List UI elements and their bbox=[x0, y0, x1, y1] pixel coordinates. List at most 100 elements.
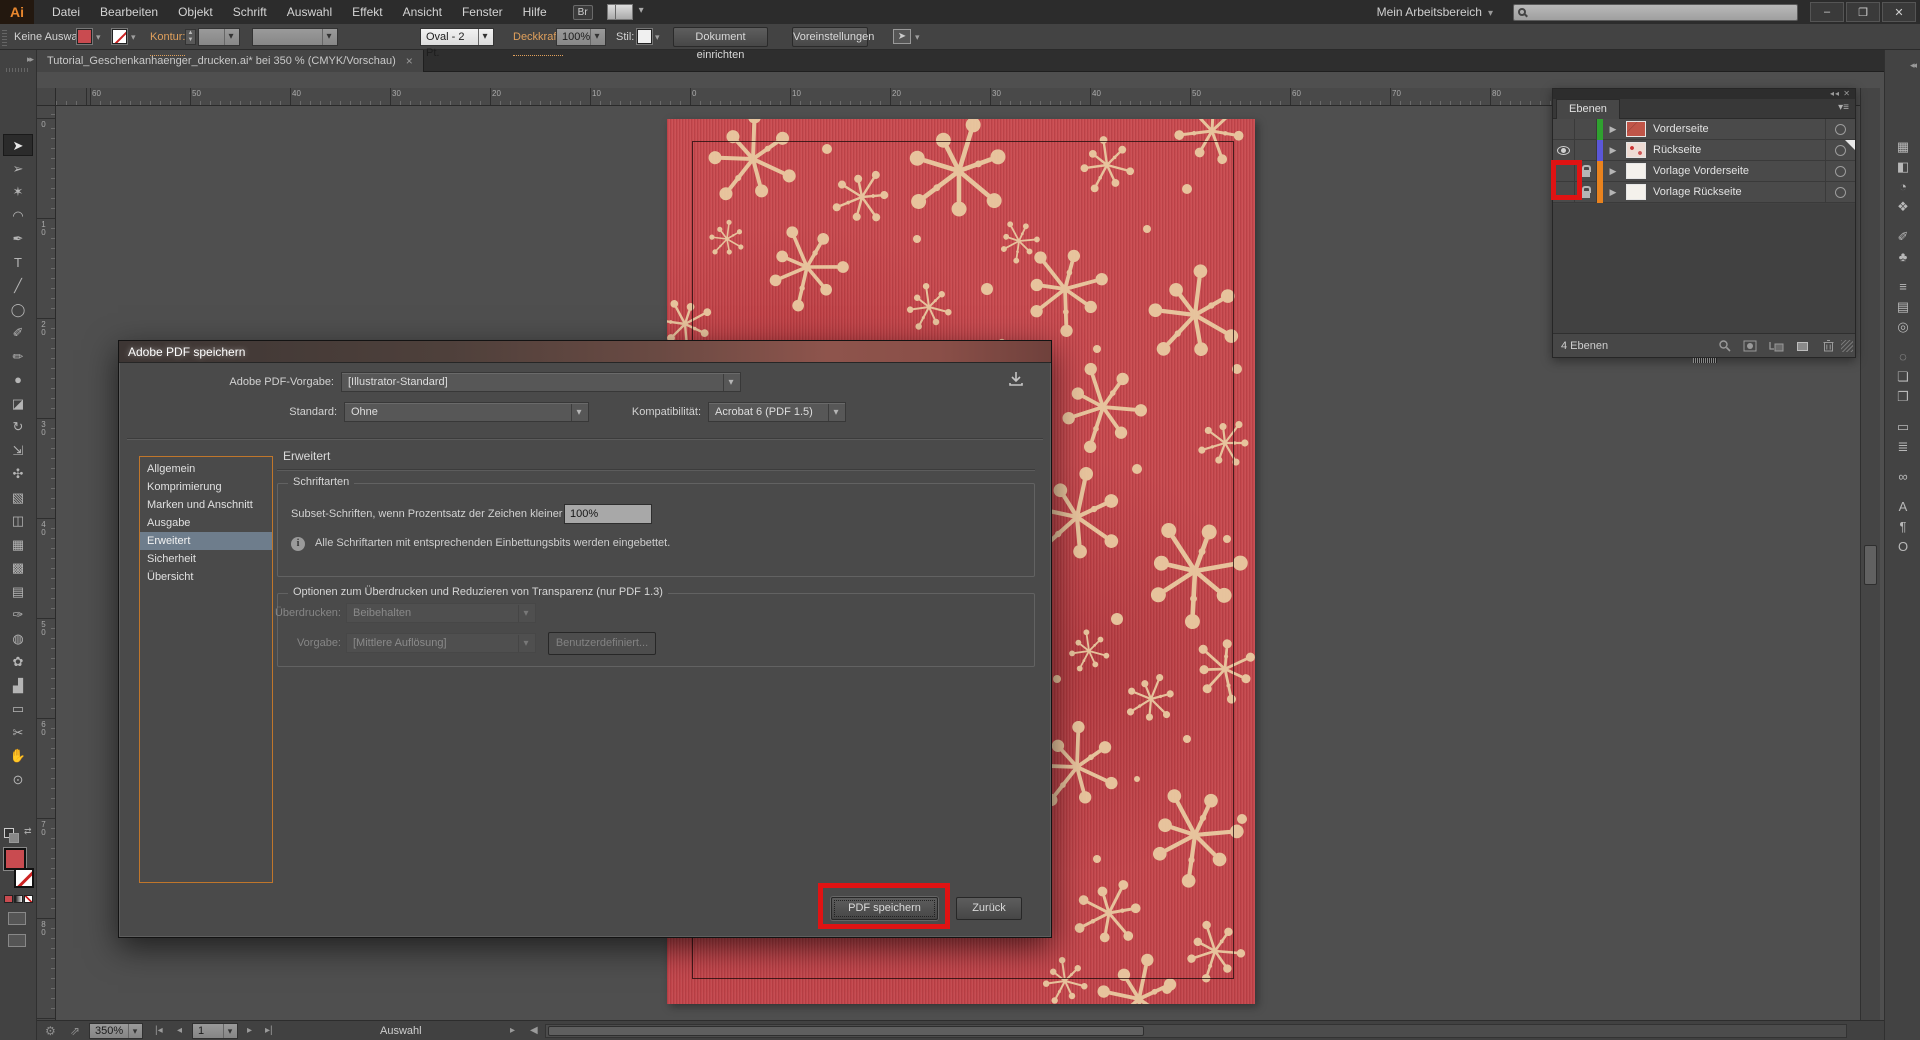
menu-datei[interactable]: Datei bbox=[42, 0, 90, 24]
style-swatch[interactable] bbox=[637, 29, 652, 44]
kuler-panel-icon[interactable]: ❖ bbox=[1890, 198, 1916, 216]
brushes-panel-icon[interactable]: ✐ bbox=[1890, 228, 1916, 246]
column-graph-tool[interactable]: ▟ bbox=[3, 675, 33, 697]
color-panel-icon[interactable]: ◧ bbox=[1890, 158, 1916, 176]
menu-auswahl[interactable]: Auswahl bbox=[277, 0, 342, 24]
expand-arrow-icon[interactable]: ▶ bbox=[1603, 145, 1623, 156]
layer-target[interactable] bbox=[1825, 119, 1855, 140]
gradient-mode-button[interactable] bbox=[14, 895, 23, 903]
workspace-switcher[interactable]: Mein Arbeitsbereich▾ bbox=[1377, 5, 1503, 19]
layer-target[interactable] bbox=[1825, 161, 1855, 182]
color-mode-button[interactable] bbox=[4, 895, 13, 903]
minimize-button[interactable]: – bbox=[1810, 2, 1844, 22]
close-button[interactable]: ✕ bbox=[1882, 2, 1916, 22]
ruler-origin-corner[interactable] bbox=[37, 88, 56, 106]
preset-dropdown[interactable]: [Illustrator-Standard] bbox=[341, 372, 741, 392]
scale-tool[interactable]: ⇲ bbox=[3, 440, 33, 462]
expand-arrow-icon[interactable]: ▶ bbox=[1603, 166, 1623, 177]
dialog-section-ausgabe[interactable]: Ausgabe bbox=[140, 514, 272, 532]
opentype-panel-icon[interactable]: O bbox=[1890, 538, 1916, 556]
expand-dock-icon[interactable]: ◂◂ bbox=[1910, 60, 1915, 71]
compatibility-dropdown[interactable]: Acrobat 6 (PDF 1.5) bbox=[708, 402, 846, 422]
character-panel-icon[interactable]: A bbox=[1890, 498, 1916, 516]
subset-input[interactable]: 100% bbox=[564, 504, 652, 524]
dialog-section-allgemein[interactable]: Allgemein bbox=[140, 460, 272, 478]
delete-layer-icon[interactable] bbox=[1815, 339, 1841, 352]
lock-toggle[interactable] bbox=[1575, 140, 1597, 161]
fill-color-swatch[interactable] bbox=[77, 29, 92, 44]
layer-thumbnail[interactable] bbox=[1626, 121, 1646, 137]
zoom-level-dropdown[interactable]: 350% bbox=[89, 1023, 143, 1039]
fill-color-control[interactable] bbox=[4, 848, 26, 870]
zoom-tool[interactable]: ⊙ bbox=[3, 769, 33, 791]
next-artboard-icon[interactable]: ▸ bbox=[247, 1021, 252, 1040]
mesh-tool[interactable]: ▩ bbox=[3, 557, 33, 579]
fill-dropdown-icon[interactable]: ▾ bbox=[96, 32, 101, 43]
new-sublayer-icon[interactable] bbox=[1763, 340, 1789, 352]
document-tab[interactable]: Tutorial_Geschenkanhaenger_drucken.ai* b… bbox=[37, 50, 424, 72]
menu-ansicht[interactable]: Ansicht bbox=[393, 0, 452, 24]
stroke-panel-link[interactable]: Kontur: bbox=[150, 30, 185, 56]
tab-layers[interactable]: Ebenen bbox=[1556, 99, 1620, 119]
restore-button[interactable]: ❐ bbox=[1846, 2, 1880, 22]
paintbrush-tool[interactable]: ✐ bbox=[3, 322, 33, 344]
bridge-button[interactable]: Br bbox=[573, 5, 593, 20]
selection-tool[interactable]: ➤ bbox=[3, 134, 33, 156]
layer-name[interactable]: Vorlage Rückseite bbox=[1649, 186, 1825, 198]
lasso-tool[interactable]: ◠ bbox=[3, 205, 33, 227]
layer-target[interactable] bbox=[1825, 182, 1855, 203]
status-menu-arrow[interactable]: ▸ bbox=[510, 1021, 515, 1040]
drawing-mode-button[interactable] bbox=[8, 912, 26, 925]
layer-thumbnail[interactable] bbox=[1626, 163, 1646, 179]
sync-settings-icon[interactable]: ⚙ bbox=[45, 1021, 56, 1040]
document-setup-button[interactable]: Dokument einrichten bbox=[673, 27, 768, 47]
vertical-scrollbar-thumb[interactable] bbox=[1864, 545, 1877, 585]
visibility-toggle[interactable] bbox=[1553, 119, 1575, 140]
panel-menu-icon[interactable]: ▾≡ bbox=[1838, 102, 1849, 113]
horizontal-scrollbar-thumb[interactable] bbox=[548, 1026, 1144, 1036]
layer-name[interactable]: Vorlage Vorderseite bbox=[1649, 165, 1825, 177]
tools-drag-handle[interactable] bbox=[6, 68, 30, 72]
dialog-section-marken-und-anschnitt[interactable]: Marken und Anschnitt bbox=[140, 496, 272, 514]
layer-row[interactable]: ▶Vorlage Rückseite bbox=[1553, 182, 1855, 203]
first-artboard-icon[interactable]: |◂ bbox=[155, 1021, 163, 1040]
brush-definition-dropdown[interactable]: Oval - 2 Pt. bbox=[420, 28, 494, 46]
dialog-section-komprimierung[interactable]: Komprimierung bbox=[140, 478, 272, 496]
artboard-panel-icon[interactable]: ▭ bbox=[1890, 418, 1916, 436]
hand-tool[interactable]: ✋ bbox=[3, 745, 33, 767]
artboard-number-dropdown[interactable]: 1 bbox=[192, 1023, 238, 1039]
vertical-scrollbar[interactable] bbox=[1860, 88, 1880, 1020]
new-layer-icon[interactable] bbox=[1789, 340, 1815, 352]
graphic-styles-panel-icon[interactable]: ❏ bbox=[1890, 368, 1916, 386]
direct-selection-tool[interactable]: ➢ bbox=[3, 158, 33, 180]
visibility-toggle[interactable] bbox=[1553, 140, 1575, 161]
pen-tool[interactable]: ✒ bbox=[3, 228, 33, 250]
clipping-mask-icon[interactable] bbox=[1737, 340, 1763, 352]
artboard-tool[interactable]: ▭ bbox=[3, 698, 33, 720]
align-panel-icon[interactable]: ≣ bbox=[1890, 438, 1916, 456]
color-guide-panel-icon[interactable]: ◔ bbox=[1890, 178, 1916, 196]
blob-brush-tool[interactable]: ● bbox=[3, 369, 33, 391]
eraser-tool[interactable]: ◪ bbox=[3, 393, 33, 415]
previous-artboard-icon[interactable]: ◂ bbox=[177, 1021, 182, 1040]
search-input[interactable] bbox=[1513, 4, 1798, 21]
swap-fill-stroke-icon[interactable]: ⇄ bbox=[24, 826, 32, 837]
eyedropper-tool[interactable]: ✑ bbox=[3, 604, 33, 626]
slice-tool[interactable]: ✂ bbox=[3, 722, 33, 744]
layer-row[interactable]: ▶Vorderseite bbox=[1553, 119, 1855, 140]
horizontal-scrollbar[interactable] bbox=[545, 1024, 1847, 1038]
appearance-panel-icon[interactable]: ◌ bbox=[1890, 348, 1916, 366]
pencil-tool[interactable]: ✏ bbox=[3, 346, 33, 368]
cursor-options-icon[interactable]: ➤ bbox=[893, 29, 911, 44]
screen-mode-button[interactable] bbox=[8, 934, 26, 947]
dialog-section--bersicht[interactable]: Übersicht bbox=[140, 568, 272, 586]
gradient-tool[interactable]: ▤ bbox=[3, 581, 33, 603]
locate-object-icon[interactable] bbox=[1711, 339, 1737, 352]
stroke-weight-dropdown[interactable] bbox=[198, 28, 240, 46]
panel-group-header[interactable]: ◂◂ ✕ bbox=[1553, 89, 1855, 99]
layer-name[interactable]: Vorderseite bbox=[1649, 123, 1825, 135]
symbol-sprayer-tool[interactable]: ✿ bbox=[3, 651, 33, 673]
stroke-dropdown-icon[interactable]: ▾ bbox=[131, 32, 136, 43]
rotate-tool[interactable]: ↻ bbox=[3, 416, 33, 438]
ellipse-tool[interactable]: ◯ bbox=[3, 299, 33, 321]
